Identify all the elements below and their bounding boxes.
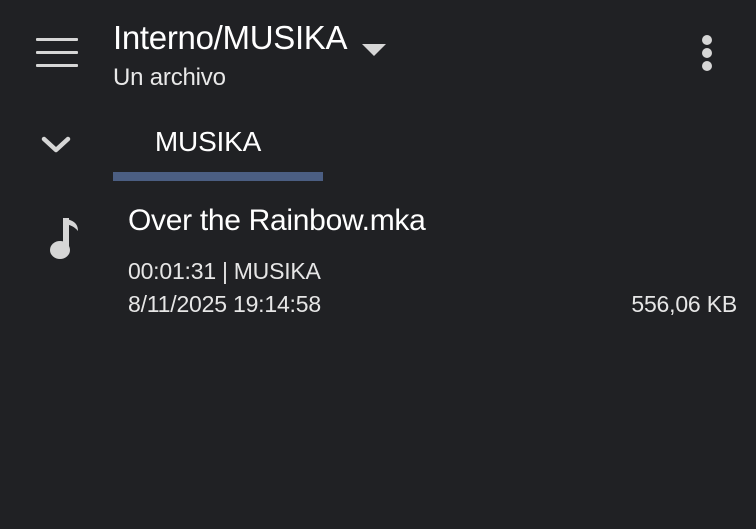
item-count-subtitle: Un archivo [113,64,226,91]
caret-down-icon [362,44,387,56]
tab-label: MUSIKA [154,126,262,157]
hamburger-menu-icon[interactable] [28,30,84,74]
file-list-item[interactable]: Over the Rainbow.mka 00:01:31 | MUSIKA 8/1… [0,190,756,330]
music-note-icon [40,212,90,262]
tab-bar: MUSIKA [0,115,756,185]
tab-selected-indicator [113,172,323,181]
chevron-down-icon[interactable] [36,125,76,165]
path-dropdown[interactable]: Interno/MUSIKA [113,18,387,58]
meta-separator: | [221,258,228,284]
more-vert-icon[interactable] [690,30,724,74]
file-size: 556,06 KB [631,291,737,317]
file-name: Over the Rainbow.mka [128,204,426,237]
page-title: Interno/MUSIKA [113,19,348,56]
file-meta: 00:01:31 | MUSIKA [128,257,321,285]
file-duration: 00:01:31 [128,258,216,284]
file-folder: MUSIKA [233,258,321,284]
app-bar: Interno/MUSIKA Un archivo [0,0,756,110]
tab-musika[interactable]: MUSIKA [113,115,323,181]
file-date: 8/11/2025 19:14:58 [128,291,321,317]
